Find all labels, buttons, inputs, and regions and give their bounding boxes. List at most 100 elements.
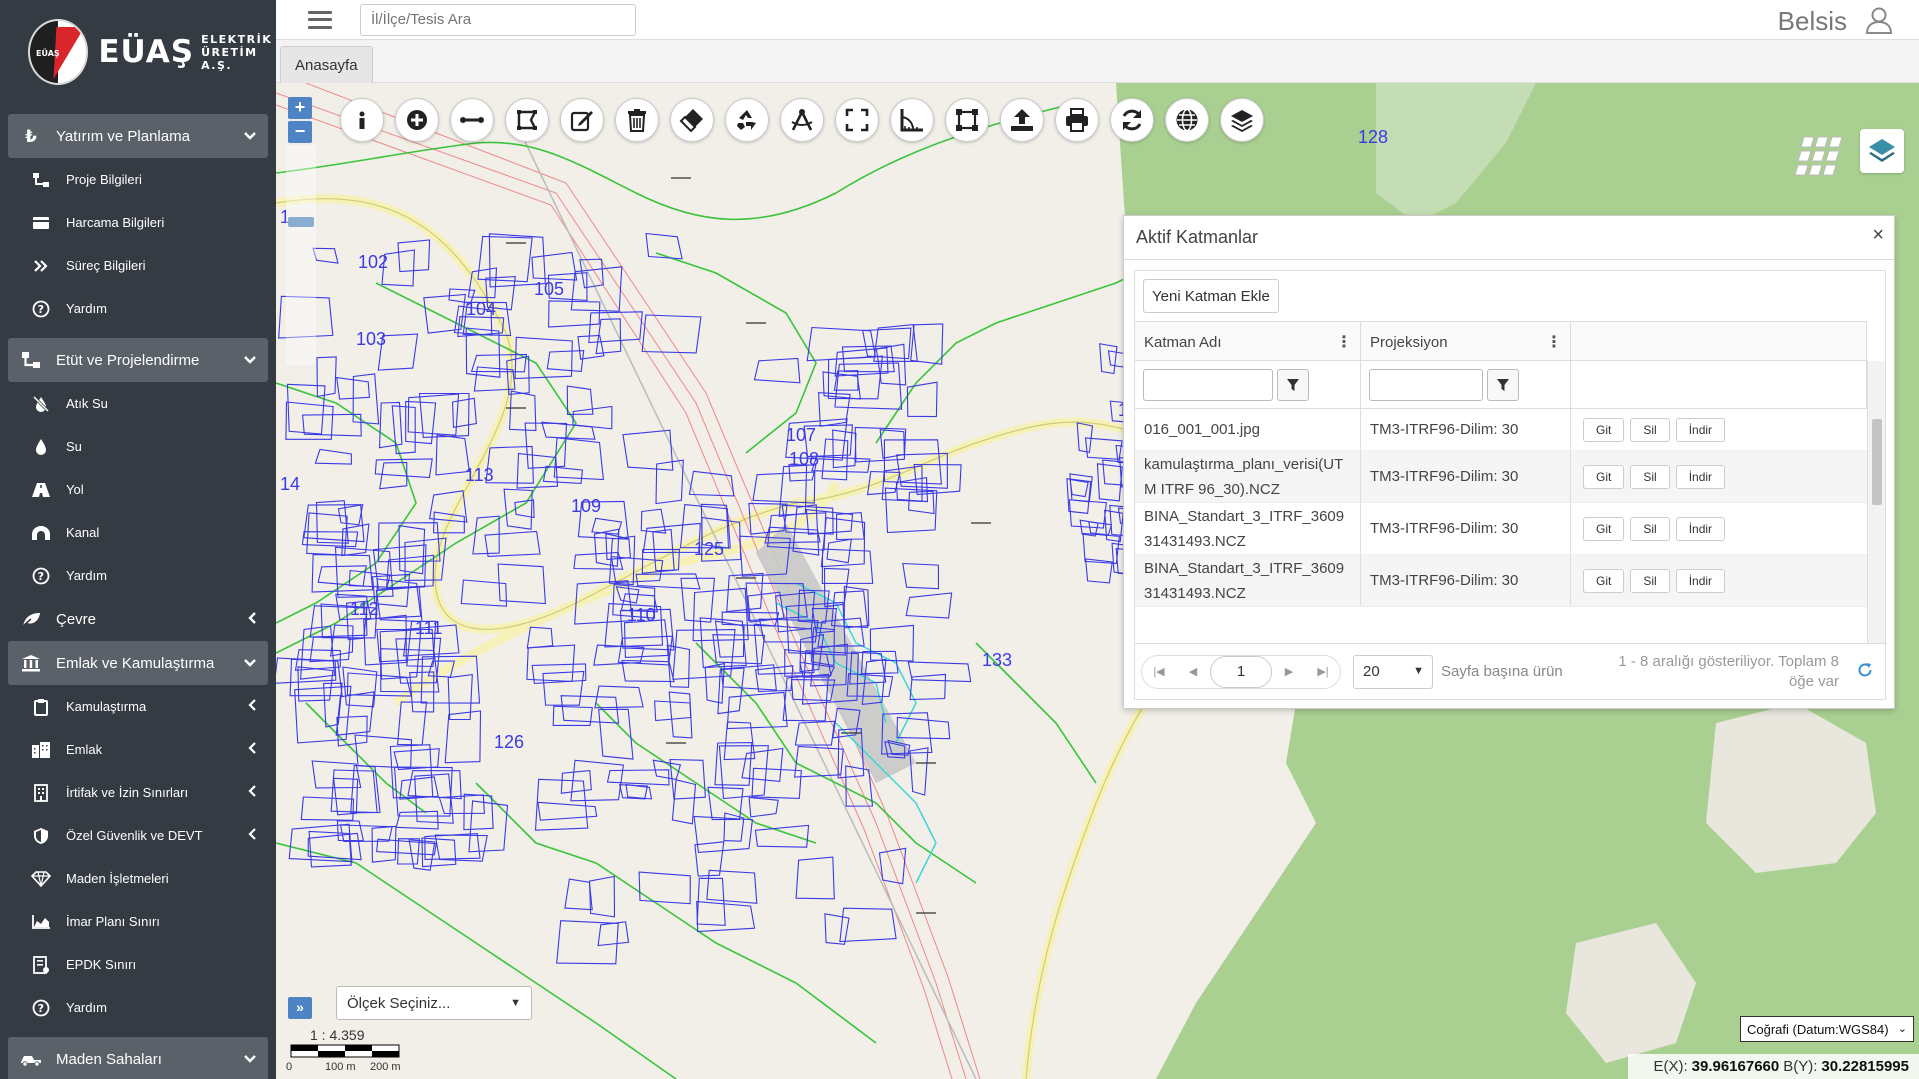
- measure-angle-icon[interactable]: [890, 98, 934, 142]
- delete-button[interactable]: Sil: [1630, 417, 1670, 442]
- polygon-edit-icon[interactable]: [505, 98, 549, 142]
- side-menu: ₺ Yatırım ve Planlama Proje Bilgileri Ha…: [0, 104, 276, 1079]
- user-icon[interactable]: [1865, 6, 1893, 34]
- menu-group-yatirim[interactable]: ₺ Yatırım ve Planlama: [8, 114, 268, 158]
- expand-panel-button[interactable]: »: [288, 997, 312, 1019]
- next-page-icon[interactable]: ▶: [1272, 656, 1306, 688]
- tab-anasayfa[interactable]: Anasayfa: [280, 46, 373, 83]
- eraser-icon[interactable]: [670, 98, 714, 142]
- filter-icon[interactable]: [1487, 369, 1519, 401]
- menu-item-epdk[interactable]: EPDK Sınırı: [8, 943, 268, 986]
- last-page-icon[interactable]: ▶|: [1306, 656, 1340, 688]
- recycle-icon[interactable]: [725, 98, 769, 142]
- goto-button[interactable]: Git: [1583, 417, 1625, 442]
- menu-item-atik-su[interactable]: Atık Su: [8, 382, 268, 425]
- grid-scrollbar[interactable]: [1867, 361, 1885, 643]
- download-button[interactable]: İndir: [1675, 568, 1726, 593]
- add-circle-icon[interactable]: [395, 98, 439, 142]
- menu-item-kamulastirma[interactable]: Kamulaştırma: [8, 685, 268, 728]
- menu-item-yardim-1[interactable]: ? Yardım: [8, 287, 268, 330]
- column-menu-icon[interactable]: ⋮: [1546, 332, 1562, 352]
- edit-icon[interactable]: [560, 98, 604, 142]
- refresh-icon[interactable]: [1110, 98, 1154, 142]
- menu-group-cevre[interactable]: Çevre: [8, 597, 268, 641]
- parcel-polygon: [741, 747, 784, 783]
- layer-switcher-button[interactable]: [1860, 129, 1904, 173]
- download-button[interactable]: İndir: [1675, 417, 1726, 442]
- menu-item-ozel-guvenlik[interactable]: Özel Güvenlik ve DEVT: [8, 814, 268, 857]
- menu-item-surec-bilgileri[interactable]: Süreç Bilgileri: [8, 244, 268, 287]
- column-header-layer-name[interactable]: Katman Adı ⋮: [1135, 322, 1361, 362]
- help-icon: ?: [30, 999, 52, 1017]
- goto-button[interactable]: Git: [1583, 568, 1625, 593]
- trash-icon[interactable]: [615, 98, 659, 142]
- globe-icon[interactable]: [1165, 98, 1209, 142]
- table-row[interactable]: kamulaştırma_planı_verisi(UTM ITRF 96_30…: [1135, 451, 1867, 503]
- delete-button[interactable]: Sil: [1630, 568, 1670, 593]
- line-icon[interactable]: [450, 98, 494, 142]
- filter-icon[interactable]: [1277, 369, 1309, 401]
- menu-item-irtifak[interactable]: İrtifak ve İzin Sınırları: [8, 771, 268, 814]
- menu-item-yardim-2[interactable]: ? Yardım: [8, 554, 268, 597]
- bank-icon: [20, 654, 42, 672]
- table-row[interactable]: BINA_Standart_3_ITRF_360931431493.NCZ TM…: [1135, 555, 1867, 607]
- projection-filter-input[interactable]: [1369, 369, 1483, 401]
- parcel-polygon: [393, 748, 440, 771]
- coordinate-system-select[interactable]: Coğrafi (Datum:WGS84) ⌄: [1740, 1016, 1914, 1042]
- layers-icon[interactable]: [1220, 98, 1264, 142]
- parcel-polygon: [306, 512, 348, 556]
- print-icon[interactable]: [1055, 98, 1099, 142]
- menu-item-yardim-3[interactable]: ? Yardım: [8, 986, 268, 1029]
- layer-name-filter-input[interactable]: [1143, 369, 1273, 401]
- upload-icon[interactable]: [1000, 98, 1044, 142]
- credit-card-icon: [30, 216, 52, 230]
- coord-y-label: B(Y):: [1783, 1058, 1818, 1075]
- add-layer-button[interactable]: Yeni Katman Ekle: [1143, 279, 1279, 313]
- zoom-slider-track[interactable]: [286, 145, 316, 365]
- menu-item-proje-bilgileri[interactable]: Proje Bilgileri: [8, 158, 268, 201]
- fullscreen-icon[interactable]: [835, 98, 879, 142]
- menu-group-maden-sahalari[interactable]: Maden Sahaları: [8, 1037, 268, 1079]
- menu-item-imar-plani[interactable]: İmar Planı Sınırı: [8, 900, 268, 943]
- menu-item-harcama-bilgileri[interactable]: Harcama Bilgileri: [8, 201, 268, 244]
- page-size-select[interactable]: 20 ▼: [1353, 654, 1433, 689]
- zoom-slider-handle[interactable]: [288, 217, 314, 227]
- menu-group-etut[interactable]: Etüt ve Projelendirme: [8, 338, 268, 382]
- hamburger-menu-icon[interactable]: [308, 10, 332, 29]
- table-row[interactable]: 016_001_001.jpg TM3-ITRF96-Dilim: 30 Git…: [1135, 409, 1867, 451]
- column-menu-icon[interactable]: ⋮: [1336, 332, 1352, 352]
- scale-select[interactable]: Ölçek Seçiniz... ▼: [336, 986, 532, 1020]
- current-page-input[interactable]: 1: [1210, 655, 1272, 688]
- info-icon[interactable]: [340, 98, 384, 142]
- logo[interactable]: EÜAŞ EÜAŞ ELEKTRİK ÜRETİM A.Ş.: [0, 0, 276, 104]
- download-button[interactable]: İndir: [1675, 464, 1726, 489]
- refresh-icon[interactable]: [1857, 662, 1873, 681]
- menu-item-maden-isletmeleri[interactable]: Maden İşletmeleri: [8, 857, 268, 900]
- map-view[interactable]: 1281021051041031071081321131091251111101…: [276, 83, 1919, 1079]
- prev-page-icon[interactable]: ◀: [1176, 656, 1210, 688]
- menu-item-yol[interactable]: Yol: [8, 468, 268, 511]
- zoom-out-button[interactable]: −: [288, 121, 312, 143]
- menu-group-emlak[interactable]: Emlak ve Kamulaştırma: [8, 641, 268, 685]
- zoom-in-button[interactable]: +: [288, 97, 312, 119]
- search-input[interactable]: [360, 3, 636, 36]
- vector-square-icon[interactable]: [945, 98, 989, 142]
- close-icon[interactable]: ×: [1872, 224, 1884, 247]
- delete-button[interactable]: Sil: [1630, 464, 1670, 489]
- goto-button[interactable]: Git: [1583, 464, 1625, 489]
- menu-item-emlak[interactable]: Emlak: [8, 728, 268, 771]
- download-button[interactable]: İndir: [1675, 516, 1726, 541]
- first-page-icon[interactable]: |◀: [1142, 656, 1176, 688]
- column-header-projection[interactable]: Projeksiyon ⋮: [1361, 322, 1571, 362]
- delete-button[interactable]: Sil: [1630, 516, 1670, 541]
- table-row[interactable]: BINA_Standart_3_ITRF_360931431493.NCZ TM…: [1135, 503, 1867, 555]
- menu-item-su[interactable]: Su: [8, 425, 268, 468]
- chevron-down-icon: [244, 1052, 256, 1066]
- menu-item-kanal[interactable]: Kanal: [8, 511, 268, 554]
- scrollbar-thumb[interactable]: [1872, 419, 1882, 505]
- goto-button[interactable]: Git: [1583, 516, 1625, 541]
- compass-icon[interactable]: [780, 98, 824, 142]
- parcel-polygon: [906, 381, 938, 418]
- grid-view-icon[interactable]: [1794, 135, 1850, 181]
- parcel-polygon: [424, 833, 481, 860]
